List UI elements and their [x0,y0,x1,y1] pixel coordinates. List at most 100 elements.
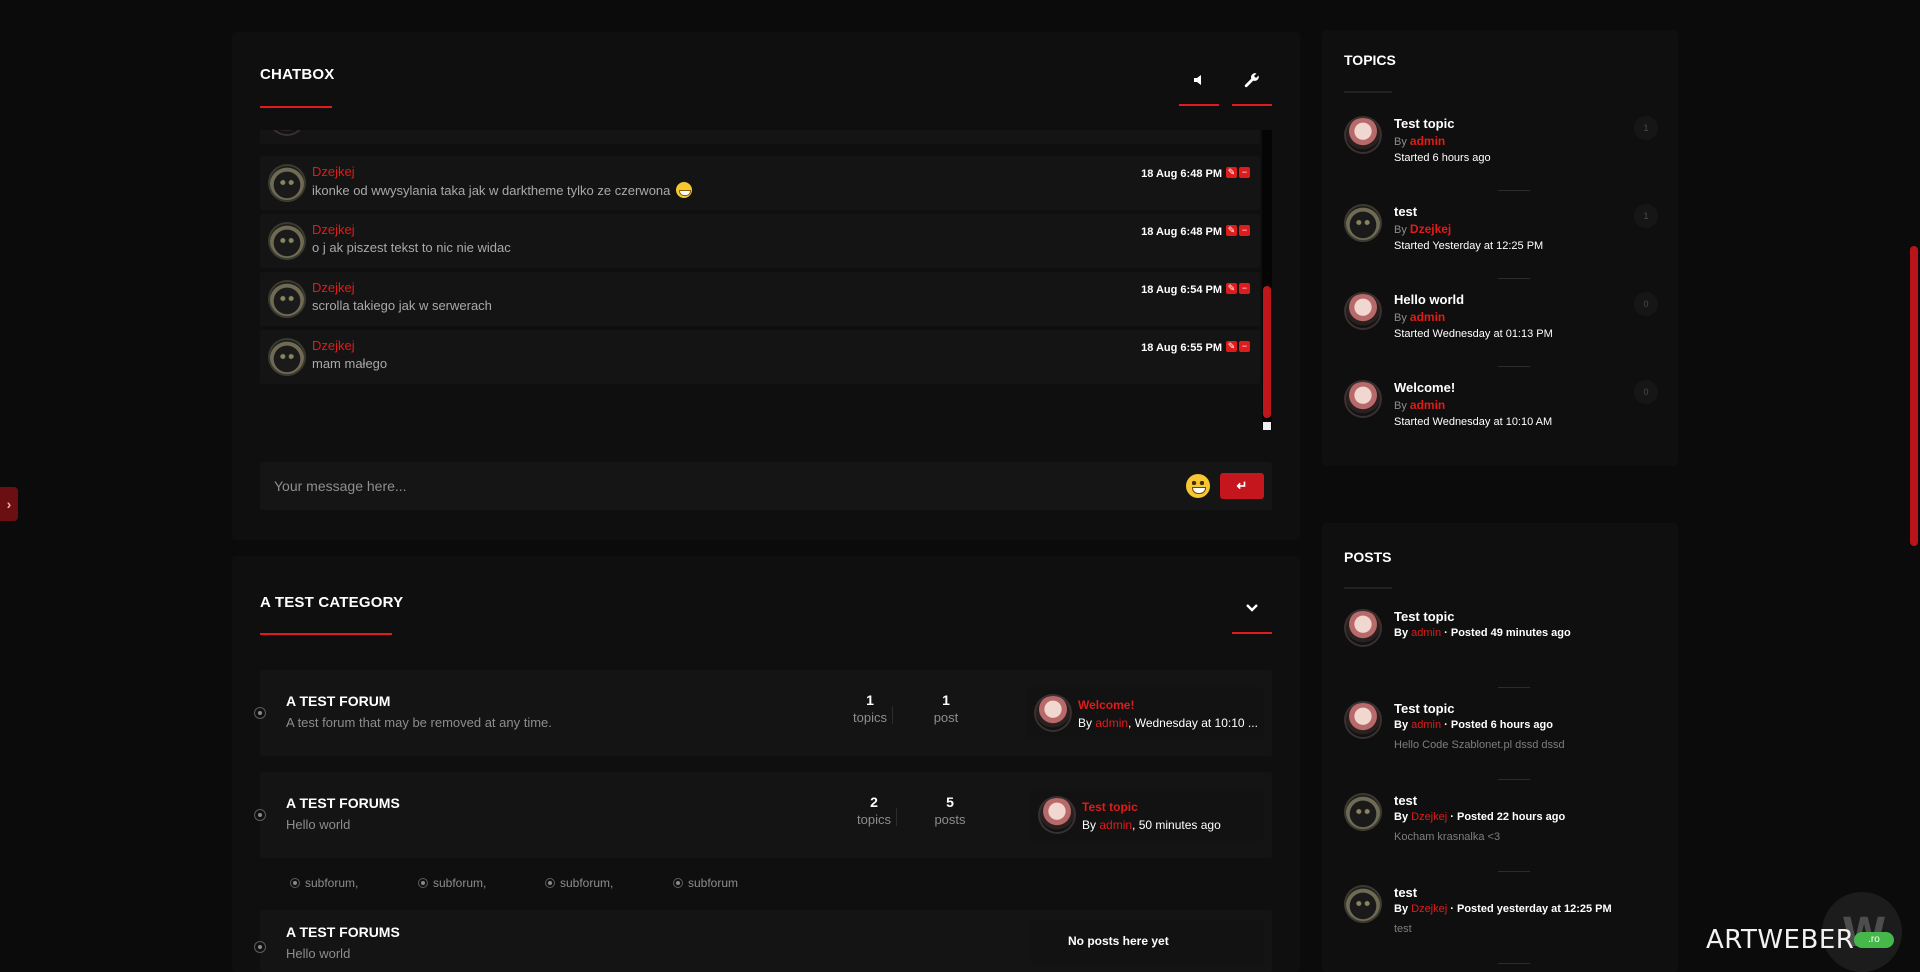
chatbox-title-underline [260,106,332,108]
subforum-link[interactable]: subforum, [545,876,613,890]
topics-label: topics [857,812,891,827]
post-excerpt: test [1394,923,1412,935]
post-author[interactable]: Dzejkej [1411,903,1447,915]
last-post-title[interactable]: Test topic [1082,800,1138,814]
avatar[interactable] [1344,701,1382,739]
post-time: · Posted 49 minutes ago [1444,627,1571,639]
post-author[interactable]: admin [1411,719,1441,731]
message-author[interactable]: Dzejkej [312,338,355,353]
chat-message-list[interactable]: Dzejkej ikonke od wwysylania taka jak w … [260,130,1260,464]
forum-posts-stat: 5 posts [920,794,980,827]
chat-settings-button[interactable] [1232,54,1272,106]
topic-author[interactable]: admin [1410,310,1445,324]
avatar[interactable] [1344,116,1382,154]
post-excerpt: Hello Code Szablonet.pl dssd dssd [1394,739,1565,751]
topic-title[interactable]: Hello world [1394,292,1464,307]
posts-widget: POSTS Test topic By admin · Posted 49 mi… [1322,523,1678,972]
post-author[interactable]: Dzejkej [1411,811,1447,823]
divider [1498,687,1530,688]
send-button[interactable]: ↵ [1220,473,1264,499]
message-author[interactable]: Dzejkej [312,222,355,237]
category-title[interactable]: A TEST CATEGORY [260,594,403,611]
avatar[interactable] [1344,204,1382,242]
post-time: · Posted yesterday at 12:25 PM [1450,903,1612,915]
subforum-link[interactable]: subforum, [290,876,358,890]
drawer-toggle[interactable]: › [0,487,18,521]
message-time: 18 Aug 6:55 PM [1141,342,1222,354]
minus-icon[interactable]: − [1239,167,1250,178]
subforum-link[interactable]: subforum, [418,876,486,890]
emoji-picker-icon[interactable] [1186,474,1210,498]
avatar[interactable] [1344,793,1382,831]
message-author[interactable]: Dzejkej [312,164,355,179]
message-input[interactable] [274,474,1174,498]
pencil-icon[interactable]: ✎ [1226,283,1237,294]
post-author[interactable]: admin [1411,627,1441,639]
settings-button-underline [1232,104,1272,106]
topic-by: By admin [1394,398,1445,412]
avatar[interactable] [268,164,306,202]
topic-author[interactable]: Dzejkej [1410,222,1451,236]
minus-icon[interactable]: − [1239,341,1250,352]
message-author[interactable]: Dzejkej [312,280,355,295]
subforum-link[interactable]: subforum [673,876,738,890]
forum-last-post: Welcome! By admin, Wednesday at 10:10 ..… [1026,687,1264,739]
collapse-category-button[interactable] [1232,582,1272,634]
avatar[interactable] [268,280,306,318]
posts-title: POSTS [1344,549,1392,565]
last-post-by: By admin, 50 minutes ago [1082,818,1221,832]
post-title[interactable]: Test topic [1394,701,1454,716]
collapse-button-underline [1232,632,1272,634]
pencil-icon[interactable]: ✎ [1226,341,1237,352]
avatar[interactable] [268,222,306,260]
chevron-right-icon: › [6,496,12,512]
page-scrollbar[interactable] [1908,0,1920,972]
forum-row[interactable]: A TEST FORUM A test forum that may be re… [254,670,1272,756]
minus-icon[interactable]: − [1239,283,1250,294]
topic-title[interactable]: test [1394,204,1417,219]
page-scrollbar-thumb[interactable] [1910,246,1918,546]
avatar [268,130,306,136]
by-label: By [1394,811,1409,823]
topic-author[interactable]: admin [1410,134,1445,148]
post-title[interactable]: test [1394,793,1417,808]
forum-name[interactable]: A TEST FORUM [286,693,390,709]
avatar[interactable] [1038,796,1076,834]
chat-message: Dzejkej scrolla takiego jak w serwerach … [260,272,1260,326]
post-meta: By admin · Posted 49 minutes ago [1394,627,1571,639]
last-post-when: , Wednesday at 10:10 ... [1128,716,1258,730]
forum-topics-stat: 1 topics [840,692,900,725]
avatar[interactable] [1344,885,1382,923]
chat-scrollbar-thumb[interactable] [1263,286,1271,418]
chat-scrollbar[interactable] [1262,130,1272,430]
avatar[interactable] [1034,694,1072,732]
message-text: o j ak piszest tekst to nic nie widac [312,240,511,255]
topic-title[interactable]: Welcome! [1394,380,1455,395]
topic-by: By Dzejkej [1394,222,1451,236]
avatar[interactable] [1344,380,1382,418]
watermark-text: ARTWEBER [1706,925,1855,955]
minus-icon[interactable]: − [1239,225,1250,236]
pencil-icon[interactable]: ✎ [1226,225,1237,236]
post-title[interactable]: Test topic [1394,609,1454,624]
last-post-user[interactable]: admin [1099,818,1132,832]
post-title[interactable]: test [1394,885,1417,900]
topics-count: 1 [866,692,874,708]
forum-name[interactable]: A TEST FORUMS [286,795,400,811]
last-post-title[interactable]: Welcome! [1078,698,1134,712]
topic-author[interactable]: admin [1410,398,1445,412]
forum-row[interactable]: A TEST FORUMS Hello world No posts here … [254,910,1272,972]
topic-title[interactable]: Test topic [1394,116,1454,131]
avatar[interactable] [268,338,306,376]
forum-row[interactable]: A TEST FORUMS Hello world 2 topics 5 pos… [254,772,1272,858]
last-post-user[interactable]: admin [1095,716,1128,730]
forum-status-icon [254,809,266,821]
by-label: By [1394,903,1409,915]
avatar[interactable] [1344,609,1382,647]
avatar[interactable] [1344,292,1382,330]
pencil-icon[interactable]: ✎ [1226,167,1237,178]
topic-started: Started Wednesday at 10:10 AM [1394,416,1553,428]
forum-name[interactable]: A TEST FORUMS [286,924,400,940]
sound-toggle-button[interactable] [1179,54,1219,106]
chat-message: Dzejkej ikonke od wwysylania taka jak w … [260,156,1260,210]
